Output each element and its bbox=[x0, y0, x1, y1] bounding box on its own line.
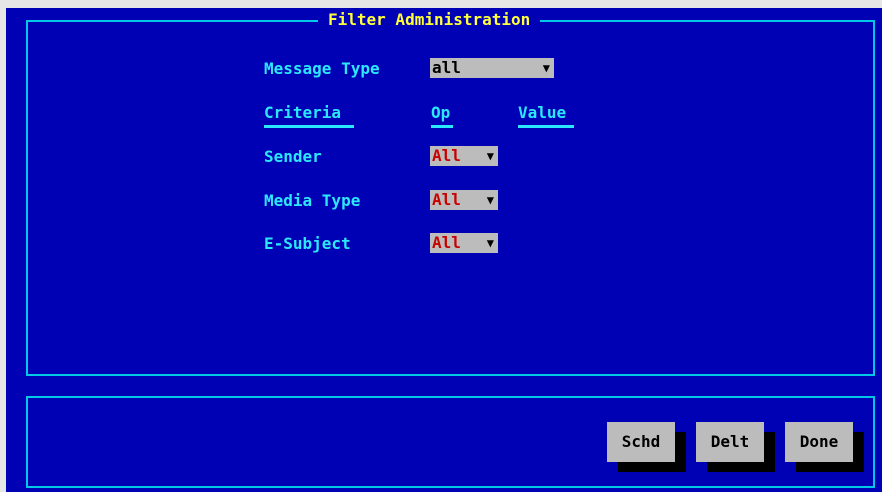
panel-title: Filter Administration bbox=[318, 10, 541, 30]
value-header: Value bbox=[518, 103, 567, 122]
e-subject-op-dropdown[interactable]: All ▼ bbox=[430, 233, 498, 253]
op-header-underline bbox=[431, 125, 453, 128]
e-subject-label: E-Subject bbox=[264, 234, 351, 253]
down-triangle-icon: ▼ bbox=[542, 61, 550, 75]
criteria-header: Criteria bbox=[264, 103, 342, 122]
screen: Filter Administration Message Type all ▼… bbox=[0, 0, 882, 492]
delt-button[interactable]: Delt bbox=[696, 422, 764, 462]
op-header: Op bbox=[431, 103, 451, 122]
sender-op-value: All bbox=[432, 146, 461, 165]
value-header-underline bbox=[518, 125, 574, 128]
message-type-value: all bbox=[432, 58, 461, 77]
down-triangle-icon: ▼ bbox=[486, 236, 494, 250]
down-triangle-icon: ▼ bbox=[486, 149, 494, 163]
sender-op-dropdown[interactable]: All ▼ bbox=[430, 146, 498, 166]
media-type-label: Media Type bbox=[264, 191, 361, 210]
message-type-label: Message Type bbox=[264, 59, 380, 78]
done-button[interactable]: Done bbox=[785, 422, 853, 462]
message-type-dropdown[interactable]: all ▼ bbox=[430, 58, 554, 78]
media-type-op-dropdown[interactable]: All ▼ bbox=[430, 190, 498, 210]
criteria-header-underline bbox=[264, 125, 354, 128]
e-subject-op-value: All bbox=[432, 233, 461, 252]
sender-label: Sender bbox=[264, 147, 322, 166]
schd-button[interactable]: Schd bbox=[607, 422, 675, 462]
media-type-op-value: All bbox=[432, 190, 461, 209]
down-triangle-icon: ▼ bbox=[486, 193, 494, 207]
